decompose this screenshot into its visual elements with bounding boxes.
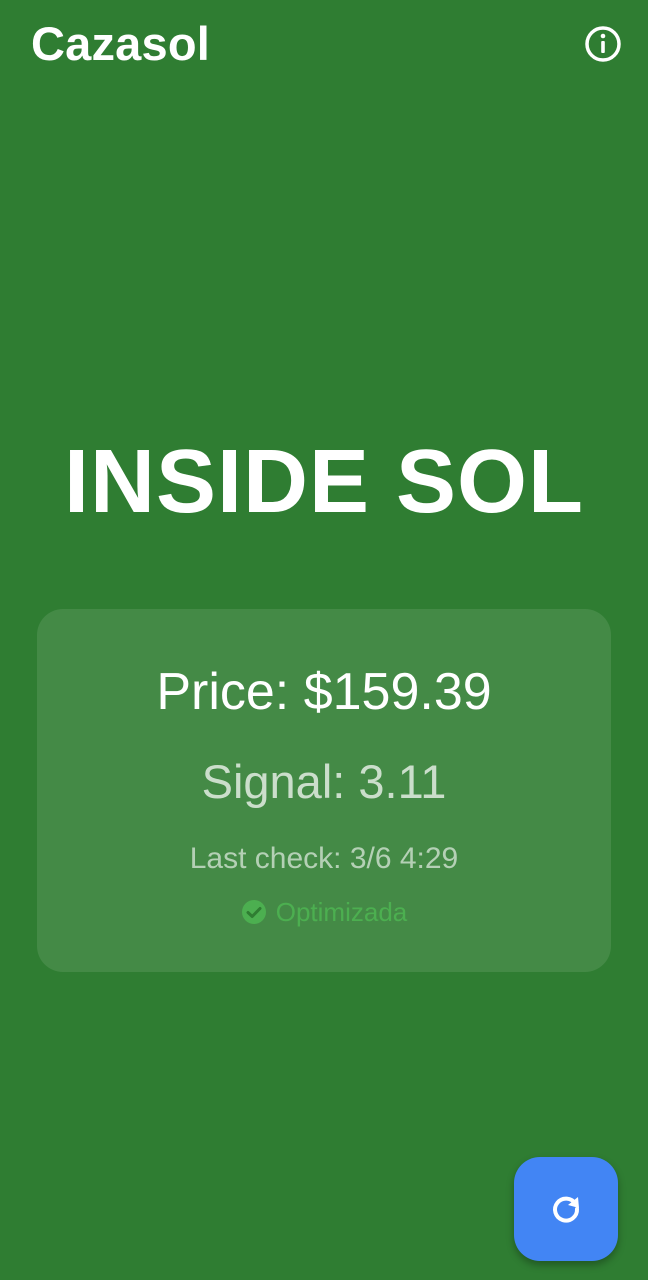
info-button[interactable] — [581, 22, 625, 66]
refresh-button[interactable] — [514, 1157, 618, 1261]
last-check-text: Last check: 3/6 4:29 — [189, 842, 459, 875]
refresh-icon — [553, 1196, 580, 1223]
price-text: Price: $159.39 — [156, 663, 492, 721]
status-heading: INSIDE SOL — [63, 432, 585, 532]
app-title: Cazasol — [31, 17, 211, 70]
app-bar: Cazasol — [0, 0, 648, 92]
optimized-status: Optimizada — [37, 896, 611, 928]
signal-text: Signal: 3.11 — [201, 755, 447, 808]
check-circle-icon — [241, 899, 267, 925]
optimized-label: Optimizada — [275, 897, 408, 927]
info-circle-icon — [585, 26, 621, 62]
info-card: Price: $159.39 Signal: 3.11 Last check: … — [37, 609, 611, 972]
